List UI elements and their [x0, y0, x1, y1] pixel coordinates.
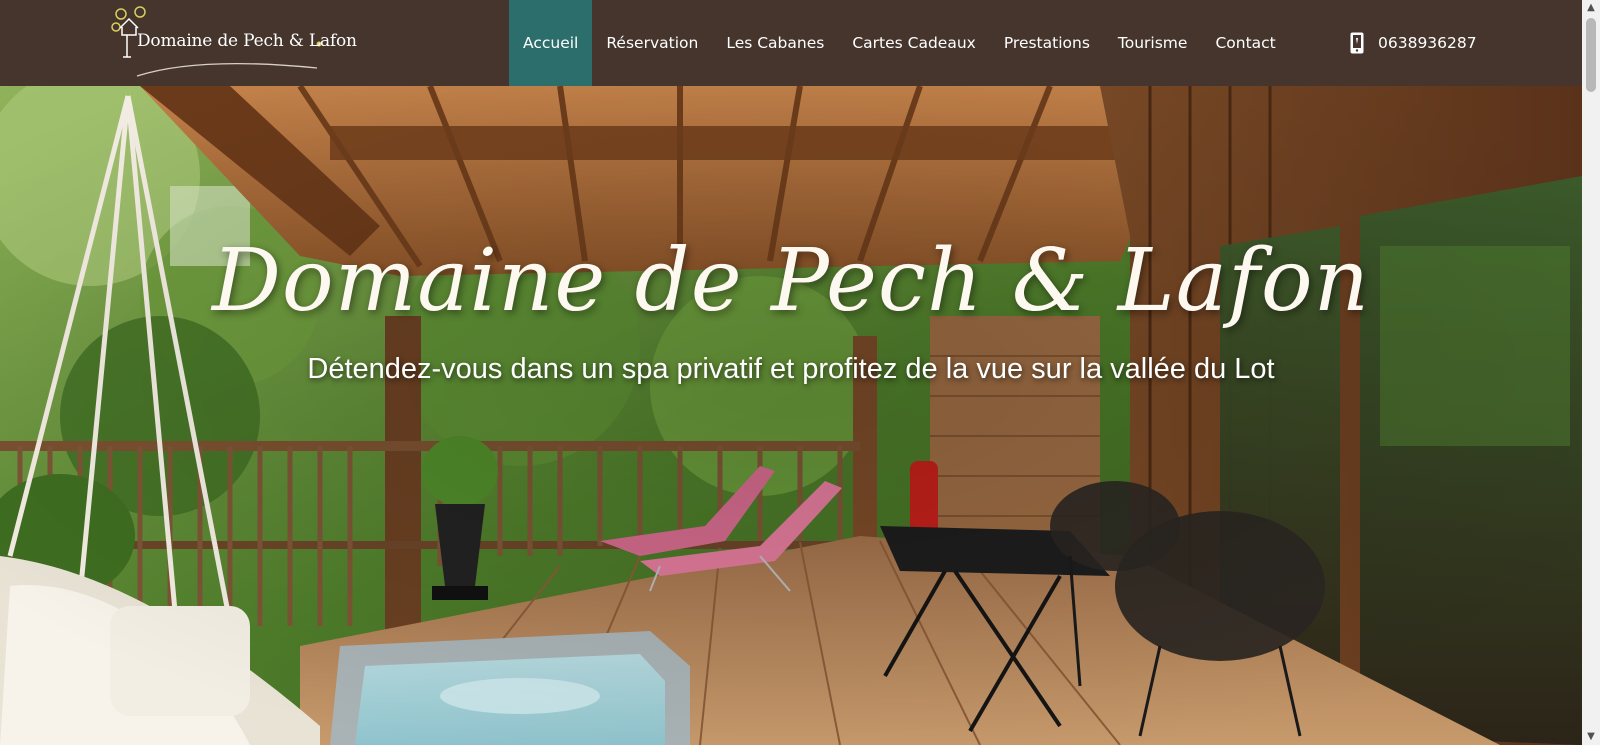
nav-item-accueil[interactable]: Accueil: [509, 0, 593, 86]
phone-number: 0638936287: [1378, 34, 1477, 52]
nav-item-cartes-cadeaux[interactable]: Cartes Cadeaux: [838, 0, 990, 86]
logo-text: Domaine de Pech & Lafon: [137, 31, 357, 51]
nav-item-les-cabanes[interactable]: Les Cabanes: [712, 0, 838, 86]
treehouse-terrace-photo: [0, 86, 1582, 745]
mobile-phone-icon: [1350, 32, 1364, 54]
main-nav: Accueil Réservation Les Cabanes Cartes C…: [509, 0, 1290, 86]
hero-subtitle: Détendez-vous dans un spa privatif et pr…: [307, 353, 1275, 385]
site-header: Domaine de Pech & Lafon Accueil Réservat…: [0, 0, 1582, 86]
scroll-up-arrow-icon[interactable]: ▲: [1582, 0, 1600, 16]
scroll-thumb[interactable]: [1586, 18, 1596, 92]
scroll-down-arrow-icon[interactable]: ▼: [1582, 729, 1600, 745]
nav-item-contact[interactable]: Contact: [1201, 0, 1289, 86]
site-logo[interactable]: Domaine de Pech & Lafon: [107, 2, 357, 82]
nav-item-reservation[interactable]: Réservation: [592, 0, 712, 86]
phone-link[interactable]: 0638936287: [1350, 0, 1477, 86]
nav-item-tourisme[interactable]: Tourisme: [1104, 0, 1202, 86]
vertical-scrollbar[interactable]: ▲ ▼: [1582, 0, 1600, 745]
page: Domaine de Pech & Lafon Accueil Réservat…: [0, 0, 1582, 745]
nav-item-prestations[interactable]: Prestations: [990, 0, 1104, 86]
hero-title: Domaine de Pech & Lafon: [211, 231, 1370, 331]
hero-section: Domaine de Pech & Lafon Détendez-vous da…: [0, 86, 1582, 745]
